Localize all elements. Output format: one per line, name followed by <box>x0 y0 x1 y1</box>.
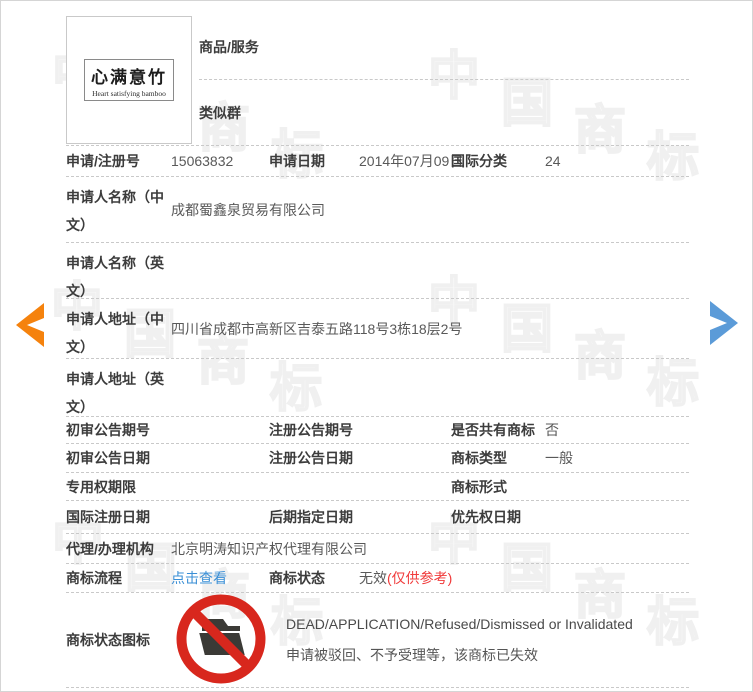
process-label: 商标流程 <box>66 568 171 588</box>
row-term-form: 专用权期限 商标形式 <box>66 473 689 501</box>
chevron-left-icon <box>14 335 46 351</box>
prev-arrow-button[interactable] <box>14 302 46 348</box>
status-value: 无效 <box>359 570 387 586</box>
chevron-right-icon <box>708 333 740 349</box>
row-applicant-addr-cn: 申请人地址（中文） 四川省成都市高新区吉泰五路118号3栋18层2号 <box>66 299 689 359</box>
row-goods-services: 商品/服务 <box>199 14 689 80</box>
app-date-value: 2014年07月09日 <box>359 151 451 171</box>
status-label: 商标状态 <box>269 568 359 588</box>
applicant-addr-en-label: 申请人地址（英文） <box>66 359 171 421</box>
trademark-logo-cn-text: 心满意竹 <box>91 63 167 88</box>
prelim-no-label: 初审公告期号 <box>66 420 171 440</box>
applicant-addr-cn-label: 申请人地址（中文） <box>66 299 171 361</box>
agency-value: 北京明涛知识产权代理有限公司 <box>171 539 689 559</box>
status-description-en: DEAD/APPLICATION/Refused/Dismissed or In… <box>286 616 633 632</box>
row-applicant-addr-en: 申请人地址（英文） <box>66 359 689 417</box>
prelim-date-label: 初审公告日期 <box>66 448 171 468</box>
app-no-value: 15063832 <box>171 153 269 169</box>
status-note: (仅供参考) <box>387 570 452 586</box>
row-applicant-name-cn: 申请人名称（中文） 成都蜀鑫泉贸易有限公司 <box>66 177 689 243</box>
exclusive-term-label: 专用权期限 <box>66 477 171 497</box>
applicant-name-en-label: 申请人名称（英文） <box>66 243 171 305</box>
applicant-addr-cn-value: 四川省成都市高新区吉泰五路118号3栋18层2号 <box>171 319 689 339</box>
agency-label: 代理/办理机构 <box>66 539 171 559</box>
trademark-detail-page: 中国商标中国商标中国商标中国商标中国商标中国商标 心满意竹 Heart sati… <box>0 0 753 692</box>
row-image-goods: 心满意竹 Heart satisfying bamboo 商品/服务 类似群 <box>66 14 689 146</box>
applicant-name-cn-value: 成都蜀鑫泉贸易有限公司 <box>171 200 689 220</box>
row-process-status: 商标流程 点击查看 商标状态 无效(仅供参考) <box>66 564 689 593</box>
intl-reg-date-label: 国际注册日期 <box>66 507 171 527</box>
goods-services-label: 商品/服务 <box>199 37 259 57</box>
reg-notice-no-label: 注册公告期号 <box>269 420 359 440</box>
reg-notice-date-label: 注册公告日期 <box>269 448 359 468</box>
row-similar-group: 类似群 <box>199 80 689 145</box>
intl-class-label: 国际分类 <box>451 151 545 171</box>
row-intl-dates: 国际注册日期 后期指定日期 优先权日期 <box>66 501 689 534</box>
trademark-logo: 心满意竹 Heart satisfying bamboo <box>84 59 174 101</box>
view-process-link[interactable]: 点击查看 <box>171 570 227 586</box>
mark-form-label: 商标形式 <box>451 477 545 497</box>
row-status-icon: 商标状态图标 DEAD/APPLICATION/Refused/Dismisse… <box>66 593 689 688</box>
trademark-logo-en-text: Heart satisfying bamboo <box>91 89 167 98</box>
mark-type-label: 商标类型 <box>451 448 545 468</box>
later-designation-label: 后期指定日期 <box>269 507 359 527</box>
row-agency: 代理/办理机构 北京明涛知识产权代理有限公司 <box>66 534 689 564</box>
joint-mark-value: 否 <box>545 420 689 440</box>
app-no-label: 申请/注册号 <box>66 151 171 171</box>
row-notice-dates: 初审公告日期 注册公告日期 商标类型 一般 <box>66 444 689 473</box>
trademark-info-table: 心满意竹 Heart satisfying bamboo 商品/服务 类似群 申… <box>66 14 689 688</box>
intl-class-value: 24 <box>545 153 689 169</box>
applicant-name-cn-label: 申请人名称（中文） <box>66 177 171 239</box>
priority-date-label: 优先权日期 <box>451 507 545 527</box>
status-description-cn: 申请被驳回、不予受理等，该商标已失效 <box>286 645 633 665</box>
row-application-number: 申请/注册号 15063832 申请日期 2014年07月09日 国际分类 24 <box>66 146 689 177</box>
row-applicant-name-en: 申请人名称（英文） <box>66 243 689 299</box>
dead-trademark-icon <box>176 594 266 687</box>
row-notice-numbers: 初审公告期号 注册公告期号 是否共有商标 否 <box>66 417 689 444</box>
app-date-label: 申请日期 <box>269 151 359 171</box>
status-icon-label: 商标状态图标 <box>66 630 171 650</box>
mark-type-value: 一般 <box>545 448 689 468</box>
status-value-cell: 无效(仅供参考) <box>359 568 689 588</box>
trademark-image: 心满意竹 Heart satisfying bamboo <box>66 16 192 144</box>
joint-mark-label: 是否共有商标 <box>451 420 545 440</box>
next-arrow-button[interactable] <box>708 300 740 346</box>
similar-group-label: 类似群 <box>199 103 241 123</box>
